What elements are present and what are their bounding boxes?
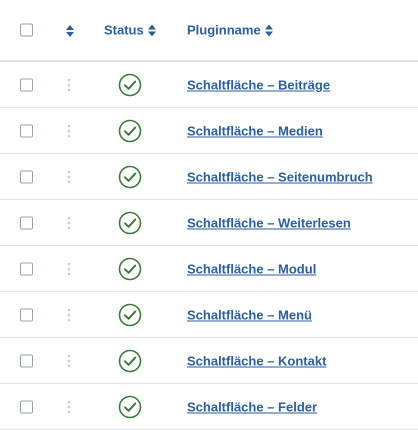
row-checkbox[interactable] <box>20 78 33 91</box>
select-all-checkbox[interactable] <box>20 23 33 37</box>
check-circle-icon[interactable] <box>118 395 142 419</box>
check-circle-icon[interactable] <box>118 165 142 189</box>
check-circle-icon[interactable] <box>118 73 142 97</box>
drag-handle-icon[interactable] <box>64 215 74 231</box>
table-row: Schaltfläche – Weiterlesen <box>0 200 418 246</box>
drag-handle-icon[interactable] <box>64 123 74 139</box>
name-sort-icon <box>264 24 273 36</box>
plugins-table: Status Pluginname Schaltfläche – Beiträg… <box>0 0 418 430</box>
plugin-name-link[interactable]: Schaltfläche – Medien <box>187 123 323 138</box>
plugin-name-link[interactable]: Schaltfläche – Seitenumbruch <box>187 169 373 184</box>
table-row: Schaltfläche – Felder <box>0 384 418 430</box>
check-circle-icon[interactable] <box>118 257 142 281</box>
drag-handle-icon[interactable] <box>64 307 74 323</box>
plugin-name-link[interactable]: Schaltfläche – Modul <box>187 261 316 276</box>
drag-handle-icon[interactable] <box>64 353 74 369</box>
name-column-header[interactable]: Pluginname <box>187 23 273 38</box>
plugin-name-link[interactable]: Schaltfläche – Beiträge <box>187 77 330 92</box>
drag-handle-icon[interactable] <box>64 77 74 93</box>
plugin-name-link[interactable]: Schaltfläche – Menü <box>187 307 312 322</box>
name-column-label: Pluginname <box>187 22 261 38</box>
plugin-name-link[interactable]: Schaltfläche – Kontakt <box>187 353 326 368</box>
plugin-name-link[interactable]: Schaltfläche – Weiterlesen <box>187 215 351 230</box>
row-checkbox[interactable] <box>20 262 33 275</box>
plugin-name-link[interactable]: Schaltfläche – Felder <box>187 399 317 414</box>
row-checkbox[interactable] <box>20 170 33 183</box>
row-checkbox[interactable] <box>20 354 33 367</box>
table-row: Schaltfläche – Kontakt <box>0 338 418 384</box>
table-row: Schaltfläche – Seitenumbruch <box>0 154 418 200</box>
check-circle-icon[interactable] <box>118 303 142 327</box>
table-header: Status Pluginname <box>0 0 418 62</box>
table-row: Schaltfläche – Menü <box>0 292 418 338</box>
row-checkbox[interactable] <box>20 400 33 413</box>
ordering-sort-icon[interactable] <box>66 24 74 37</box>
status-column-label: Status <box>104 22 144 38</box>
check-circle-icon[interactable] <box>118 119 142 143</box>
table-row: Schaltfläche – Medien <box>0 108 418 154</box>
check-circle-icon[interactable] <box>118 211 142 235</box>
check-circle-icon[interactable] <box>118 349 142 373</box>
status-sort-icon <box>147 24 156 36</box>
table-row: Schaltfläche – Beiträge <box>0 62 418 108</box>
drag-handle-icon[interactable] <box>64 399 74 415</box>
row-checkbox[interactable] <box>20 216 33 229</box>
row-checkbox[interactable] <box>20 124 33 137</box>
status-column-header[interactable]: Status <box>104 23 156 38</box>
drag-handle-icon[interactable] <box>64 261 74 277</box>
drag-handle-icon[interactable] <box>64 169 74 185</box>
table-row: Schaltfläche – Modul <box>0 246 418 292</box>
row-checkbox[interactable] <box>20 308 33 321</box>
